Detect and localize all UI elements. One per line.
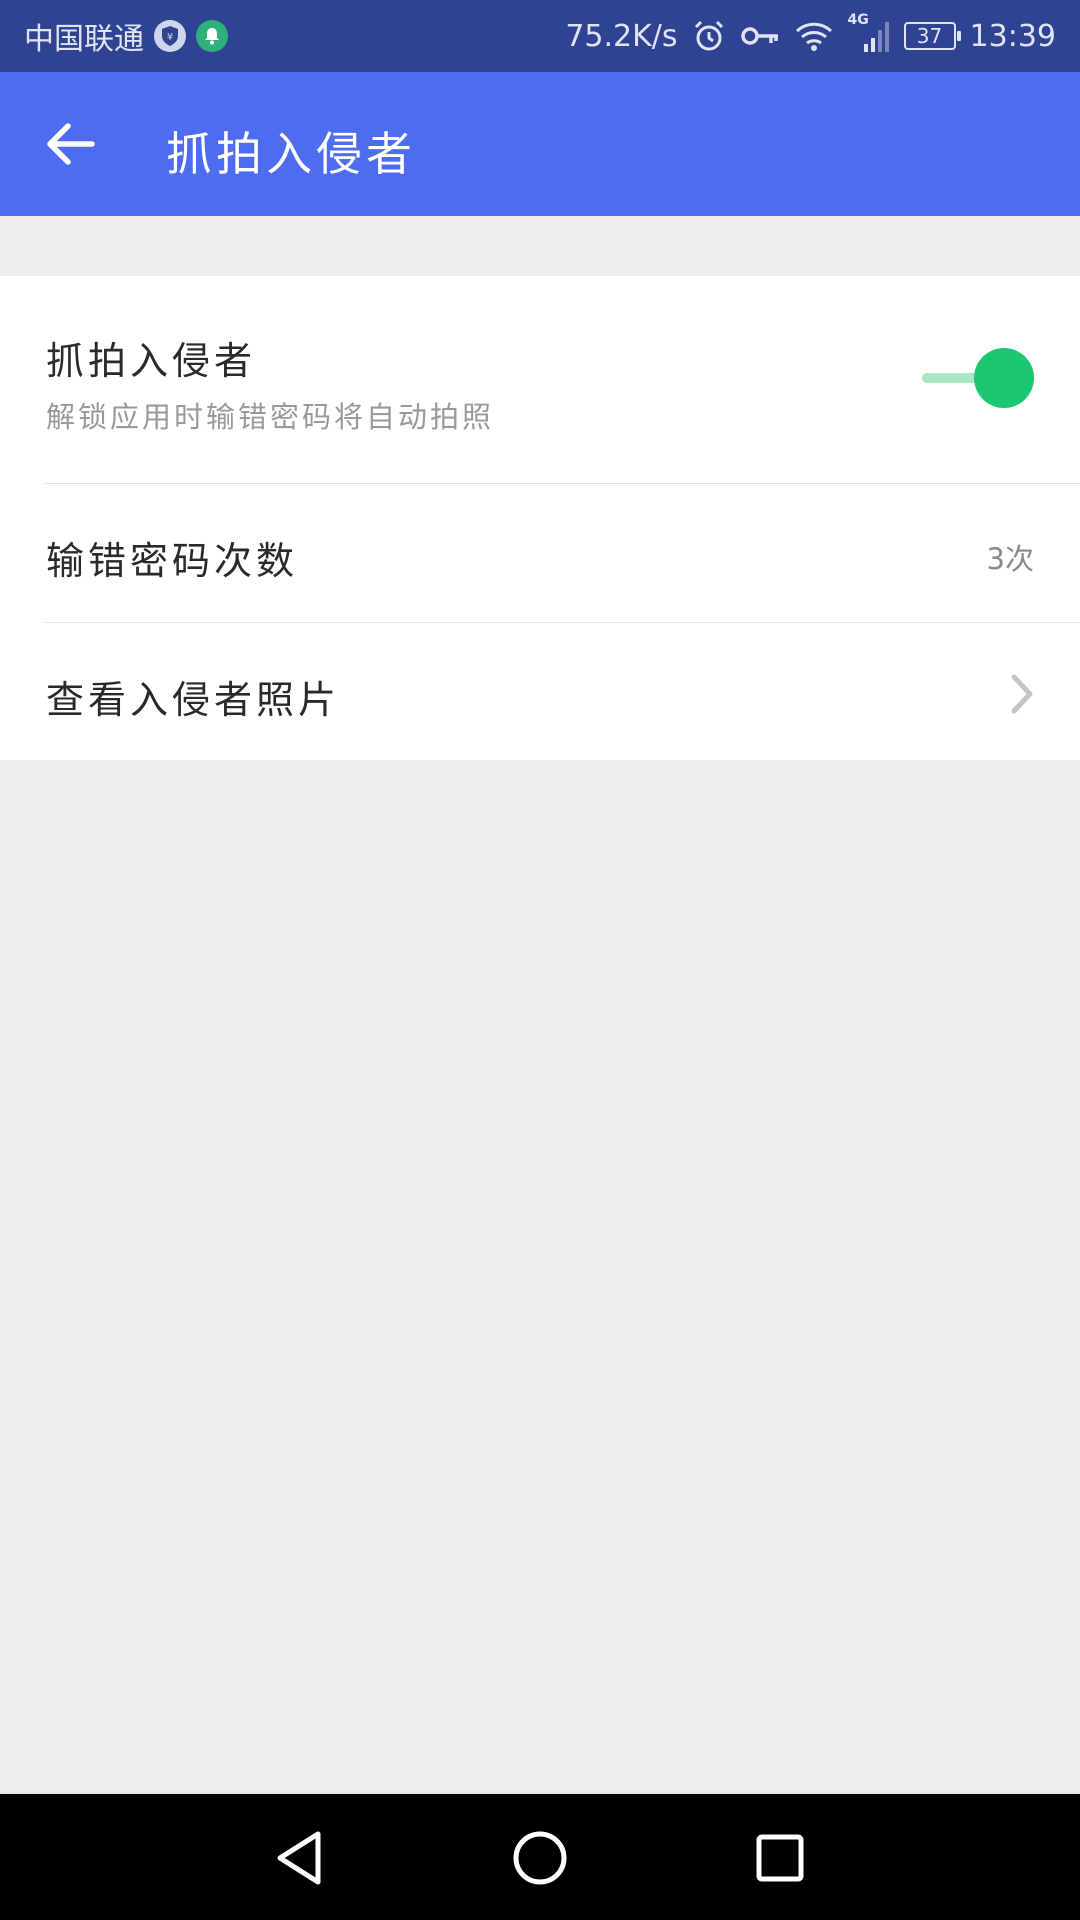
wrong-attempts-title: 输错密码次数	[46, 539, 299, 583]
capture-intruder-row[interactable]: 抓拍入侵者 解锁应用时输错密码将自动拍照	[0, 276, 1080, 483]
settings-list: 抓拍入侵者 解锁应用时输错密码将自动拍照 输错密码次数 3次 查看入侵者照片	[0, 276, 1080, 760]
page-title: 抓拍入侵者	[166, 127, 416, 181]
back-button[interactable]	[40, 116, 100, 172]
clock: 13:39	[969, 18, 1056, 54]
recents-square-icon	[756, 1834, 804, 1882]
svg-text:¥: ¥	[167, 32, 173, 43]
battery-level: 37	[916, 24, 943, 48]
arrow-left-icon	[47, 123, 95, 165]
view-photos-title: 查看入侵者照片	[46, 678, 341, 722]
net-speed: 75.2K/s	[565, 18, 678, 54]
shield-yuan-icon: ¥	[154, 20, 186, 52]
back-triangle-icon	[277, 1831, 321, 1885]
wrong-attempts-value: 3次	[986, 542, 1034, 576]
carrier-label: 中国联通	[24, 22, 144, 57]
status-bar: 中国联通 ¥ 75.2K/s 4G 37 13:39	[0, 0, 1080, 72]
alarm-icon	[692, 19, 726, 53]
signal-icon: 4G	[848, 12, 890, 54]
home-circle-icon	[513, 1831, 567, 1885]
capture-intruder-toggle[interactable]	[918, 348, 1034, 408]
wrong-attempts-row[interactable]: 输错密码次数 3次	[0, 484, 1080, 622]
nav-recents-button[interactable]	[748, 1826, 812, 1890]
battery-icon: 37	[903, 22, 961, 50]
toggle-thumb	[974, 348, 1034, 408]
chevron-right-icon	[1011, 674, 1033, 714]
app-bar: 抓拍入侵者	[0, 72, 1080, 216]
navigation-bar	[0, 1794, 1080, 1920]
network-type-label: 4G	[847, 12, 869, 28]
capture-intruder-title: 抓拍入侵者	[46, 339, 257, 383]
key-icon	[740, 24, 780, 48]
bell-icon	[196, 20, 228, 52]
capture-intruder-subtitle: 解锁应用时输错密码将自动拍照	[46, 400, 495, 434]
nav-home-button[interactable]	[508, 1826, 572, 1890]
nav-back-button[interactable]	[268, 1826, 332, 1890]
view-photos-row[interactable]: 查看入侵者照片	[0, 623, 1080, 760]
wifi-icon	[794, 20, 834, 52]
